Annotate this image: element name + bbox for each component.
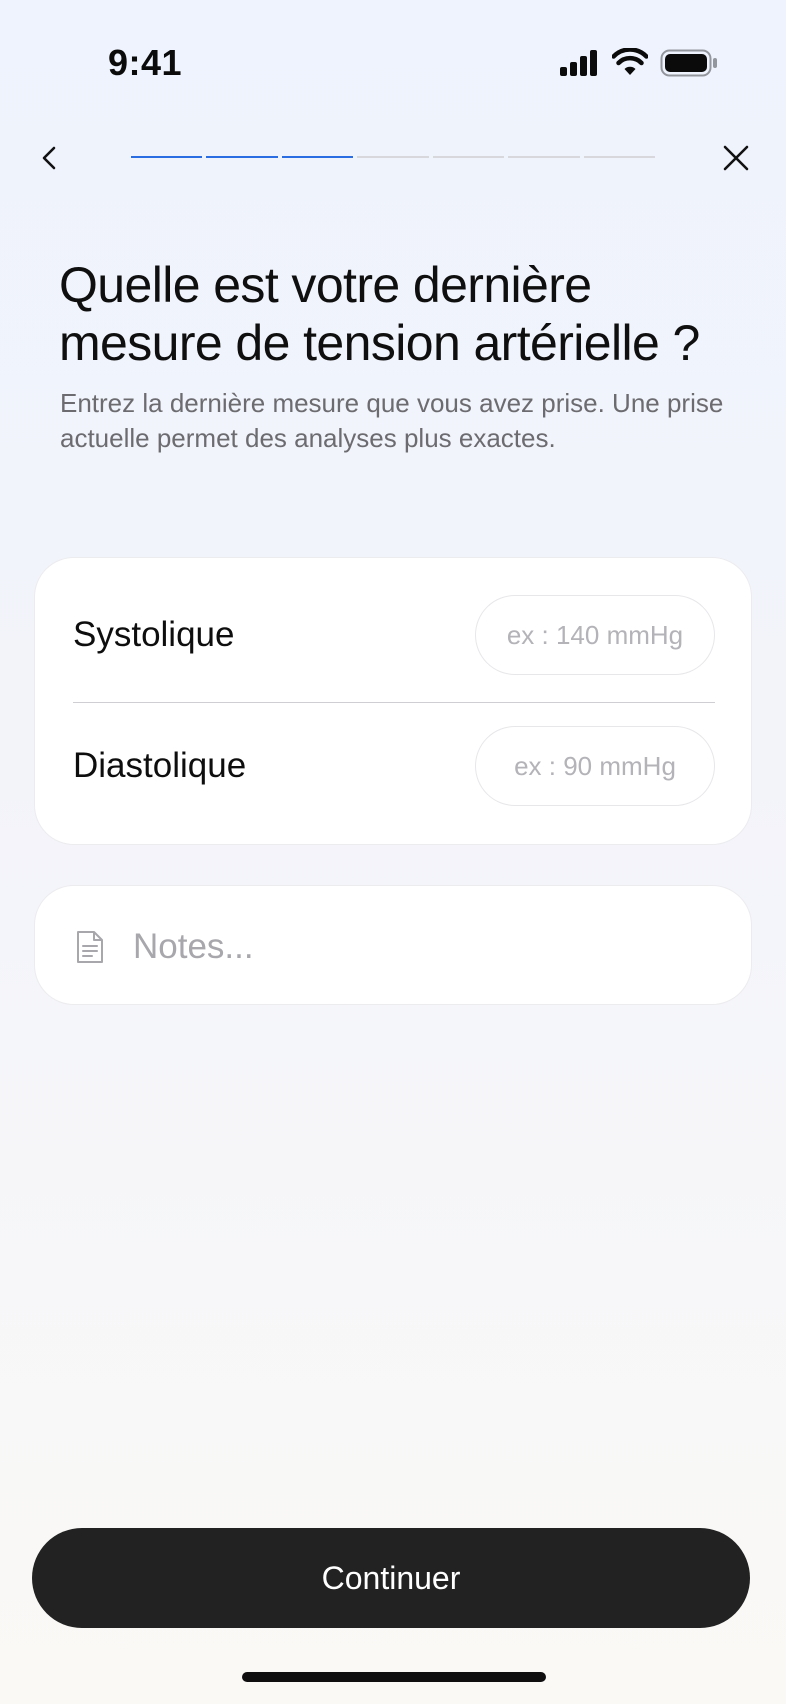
systolic-input[interactable] — [475, 595, 715, 675]
diastolic-input[interactable] — [475, 726, 715, 806]
continue-button[interactable]: Continuer — [32, 1528, 750, 1628]
document-icon — [77, 931, 103, 963]
page-title: Quelle est votre dernière mesure de tens… — [59, 257, 700, 371]
notes-input[interactable] — [131, 912, 715, 982]
status-bar: 9:41 — [0, 0, 786, 130]
close-button[interactable] — [716, 138, 756, 178]
close-icon — [723, 145, 749, 171]
chevron-left-icon — [42, 146, 56, 170]
progress-bar — [131, 156, 655, 159]
divider — [73, 702, 715, 703]
status-icons — [560, 48, 720, 82]
signal-icon — [560, 50, 597, 76]
back-button[interactable] — [30, 138, 70, 178]
progress-step-pending — [357, 156, 429, 158]
page-subtitle: Entrez la dernière mesure que vous avez … — [60, 388, 724, 453]
diastolic-label: Diastolique — [73, 746, 247, 785]
wifi-icon — [612, 48, 648, 75]
progress-step-complete — [131, 156, 203, 158]
progress-step-complete — [281, 156, 354, 158]
blood-pressure-card: Systolique Diastolique — [34, 557, 752, 845]
battery-icon — [660, 49, 717, 77]
systolic-row: Systolique — [73, 595, 715, 675]
progress-step-pending — [508, 156, 580, 158]
progress-step-pending — [583, 156, 655, 158]
systolic-label: Systolique — [73, 615, 235, 654]
notes-field[interactable] — [34, 885, 752, 1005]
home-indicator — [242, 1672, 546, 1682]
diastolic-row: Diastolique — [73, 726, 715, 806]
progress-step-pending — [432, 156, 505, 158]
status-time: 9:41 — [108, 42, 183, 83]
progress-step-complete — [206, 156, 278, 158]
